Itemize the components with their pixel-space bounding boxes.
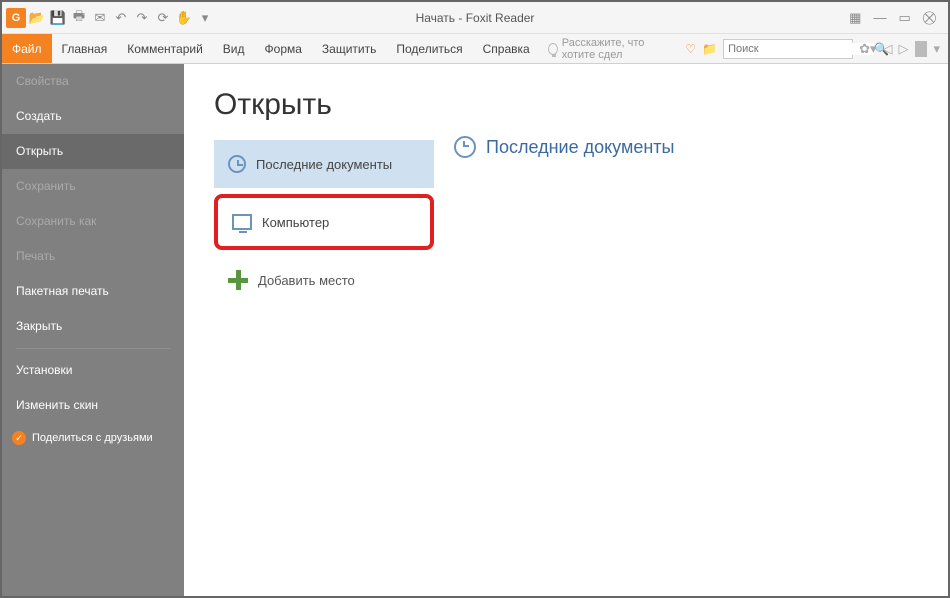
clock-icon: [228, 155, 246, 173]
avatar-dropdown-icon[interactable]: ▾: [933, 41, 940, 57]
tab-protect[interactable]: Защитить: [312, 34, 386, 63]
open-locations: Последние документы Компьютер Добавить м…: [214, 140, 434, 304]
print-icon[interactable]: 🖶: [69, 8, 89, 28]
tell-me[interactable]: Расскажите, что хотите сдел: [548, 37, 680, 61]
tab-share[interactable]: Поделиться: [386, 34, 472, 63]
ribbon-right: Расскажите, что хотите сдел ♡ 📁 🔍 ✿▾ ◁ ▷…: [540, 34, 948, 63]
bulb-icon: [548, 43, 558, 55]
close-button[interactable]: ⛒: [923, 10, 936, 26]
save-icon[interactable]: 💾: [48, 8, 68, 28]
clock-icon: [454, 136, 476, 158]
tab-view[interactable]: Вид: [213, 34, 255, 63]
sidebar-share-friends[interactable]: ✓ Поделиться с друзьями: [2, 423, 184, 453]
recent-documents-heading: Последние документы: [454, 136, 918, 158]
sidebar-item-create[interactable]: Создать: [2, 99, 184, 134]
sidebar-item-saveas: Сохранить как: [2, 204, 184, 239]
folder-icon[interactable]: 📁: [702, 42, 717, 56]
location-recent[interactable]: Последние документы: [214, 140, 434, 188]
heart-icon[interactable]: ♡: [685, 42, 696, 56]
sidebar-item-save: Сохранить: [2, 169, 184, 204]
backstage: Свойства Создать Открыть Сохранить Сохра…: [2, 64, 948, 596]
sidebar-item-close[interactable]: Закрыть: [2, 309, 184, 344]
refresh-icon[interactable]: ⟳: [153, 8, 173, 28]
gear-icon[interactable]: ✿▾: [859, 41, 876, 57]
maximize-button[interactable]: ▭: [898, 10, 910, 26]
app-icon: G: [6, 8, 26, 28]
sidebar-item-preferences[interactable]: Установки: [2, 353, 184, 388]
avatar[interactable]: [915, 41, 928, 57]
sidebar-share-label: Поделиться с друзьями: [32, 432, 153, 444]
recent-documents-label: Последние документы: [486, 137, 674, 158]
prev-icon[interactable]: ◁: [883, 41, 893, 57]
tab-help[interactable]: Справка: [473, 34, 540, 63]
ribbon-tabs: Файл Главная Комментарий Вид Форма Защит…: [2, 34, 948, 64]
location-add-place[interactable]: Добавить место: [214, 256, 434, 304]
arrange-icon[interactable]: ▦: [849, 10, 861, 26]
next-icon[interactable]: ▷: [899, 41, 909, 57]
sidebar-item-batchprint[interactable]: Пакетная печать: [2, 274, 184, 309]
sidebar-item-skin[interactable]: Изменить скин: [2, 388, 184, 423]
location-add-label: Добавить место: [258, 273, 355, 288]
dropdown-icon[interactable]: ▾: [195, 8, 215, 28]
sidebar-item-print: Печать: [2, 239, 184, 274]
undo-icon[interactable]: ↶: [111, 8, 131, 28]
plus-icon: [228, 270, 248, 290]
window-title: Начать - Foxit Reader: [416, 11, 535, 25]
window-controls: ▦ — ▭ ⛒: [837, 10, 948, 26]
share-icon: ✓: [12, 431, 26, 445]
sidebar-item-properties: Свойства: [2, 64, 184, 99]
hand-tool-icon[interactable]: ✋: [174, 8, 194, 28]
title-bar: G 📂 💾 🖶 ✉ ↶ ↷ ⟳ ✋ ▾ Начать - Foxit Reade…: [2, 2, 948, 34]
redo-icon[interactable]: ↷: [132, 8, 152, 28]
tab-form[interactable]: Форма: [255, 34, 312, 63]
open-panel: Открыть Последние документы Компьютер До…: [184, 64, 948, 596]
email-icon[interactable]: ✉: [90, 8, 110, 28]
search-input[interactable]: [724, 43, 874, 55]
file-sidebar: Свойства Создать Открыть Сохранить Сохра…: [2, 64, 184, 596]
search-box[interactable]: 🔍: [723, 39, 853, 59]
open-locations-column: Открыть Последние документы Компьютер До…: [184, 88, 424, 596]
app-window: G 📂 💾 🖶 ✉ ↶ ↷ ⟳ ✋ ▾ Начать - Foxit Reade…: [0, 0, 950, 598]
open-content-column: Последние документы: [424, 88, 948, 596]
tab-home[interactable]: Главная: [52, 34, 118, 63]
location-recent-label: Последние документы: [256, 157, 392, 172]
minimize-button[interactable]: —: [873, 10, 886, 26]
sidebar-item-open[interactable]: Открыть: [2, 134, 184, 169]
tab-file[interactable]: Файл: [2, 34, 52, 63]
quick-access-toolbar: G 📂 💾 🖶 ✉ ↶ ↷ ⟳ ✋ ▾: [2, 8, 219, 28]
tab-comment[interactable]: Комментарий: [117, 34, 213, 63]
tell-me-text: Расскажите, что хотите сдел: [562, 37, 680, 61]
open-icon[interactable]: 📂: [27, 8, 47, 28]
sidebar-separator: [16, 348, 170, 349]
location-computer[interactable]: Компьютер: [214, 194, 434, 250]
page-title: Открыть: [214, 88, 424, 122]
computer-icon: [232, 214, 252, 230]
location-computer-label: Компьютер: [262, 215, 329, 230]
